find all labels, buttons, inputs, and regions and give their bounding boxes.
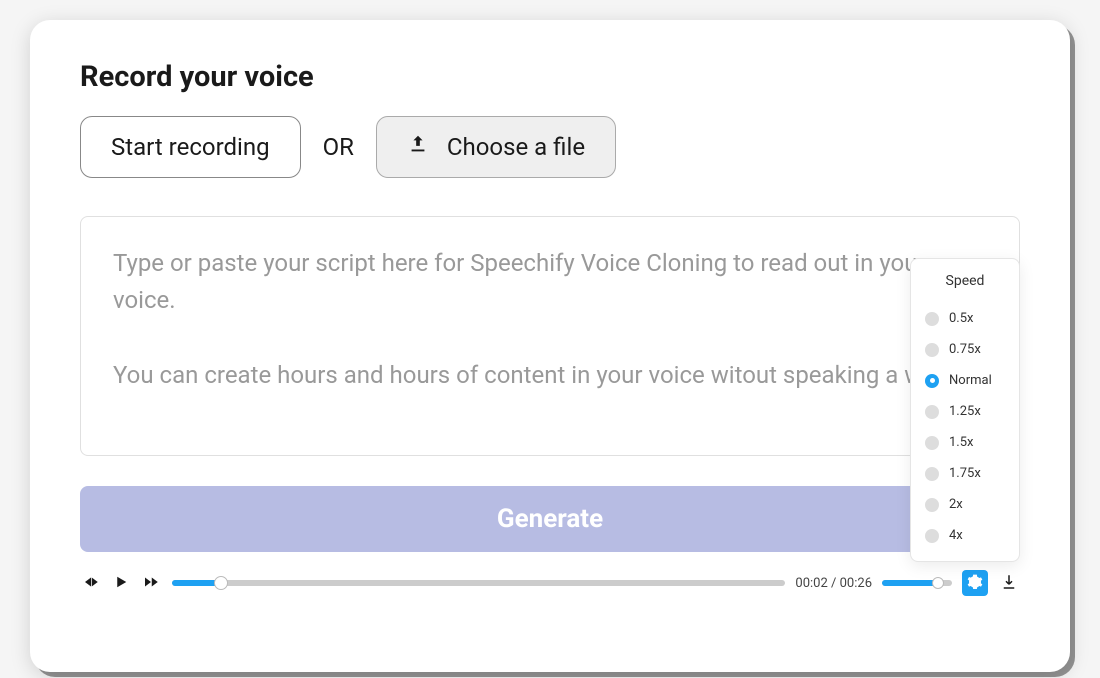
settings-button[interactable] [962, 570, 988, 596]
upload-icon [407, 133, 429, 161]
speed-option[interactable]: Normal [923, 365, 1007, 396]
start-recording-button[interactable]: Start recording [80, 116, 301, 178]
generate-button[interactable]: Generate [80, 486, 1020, 552]
speed-option-label: 1.25x [949, 404, 981, 419]
script-input[interactable]: Type or paste your script here for Speec… [80, 216, 1020, 456]
speed-option-label: 1.75x [949, 466, 981, 481]
volume-thumb[interactable] [932, 577, 944, 589]
speed-option-label: 1.5x [949, 435, 974, 450]
speed-option-label: 0.5x [949, 311, 974, 326]
speed-option-label: 4x [949, 528, 963, 543]
speed-option[interactable]: 1.25x [923, 396, 1007, 427]
progress-slider[interactable] [172, 580, 785, 586]
speed-option-label: Normal [949, 373, 992, 388]
player-controls [80, 571, 162, 596]
download-icon [1000, 579, 1018, 594]
volume-fill [882, 580, 938, 586]
gear-icon [967, 574, 983, 593]
time-separator: / [828, 576, 840, 591]
choose-file-button[interactable]: Choose a file [376, 116, 616, 178]
audio-player: 00:02 / 00:26 [80, 570, 1020, 596]
speed-option-label: 2x [949, 497, 963, 512]
progress-thumb[interactable] [214, 576, 228, 590]
volume-slider[interactable] [882, 580, 952, 586]
total-time: 00:26 [840, 576, 872, 591]
speed-option-label: 0.75x [949, 342, 981, 357]
radio-icon [925, 436, 939, 450]
forward-button[interactable] [140, 571, 162, 596]
play-button[interactable] [110, 571, 132, 596]
choose-file-label: Choose a file [447, 133, 585, 161]
radio-icon [925, 529, 939, 543]
rewind-icon [82, 573, 100, 594]
voice-card: Record your voice Start recording OR Cho… [30, 20, 1070, 672]
speed-menu: Speed 0.5x 0.75x Normal 1.25x 1.5x 1.75x 2x 4x [910, 258, 1020, 562]
speed-option[interactable]: 0.75x [923, 334, 1007, 365]
speed-option[interactable]: 0.5x [923, 303, 1007, 334]
current-time: 00:02 [795, 576, 827, 591]
input-row: Start recording OR Choose a file [80, 116, 1020, 178]
radio-icon [925, 467, 939, 481]
download-button[interactable] [998, 571, 1020, 596]
radio-icon [925, 498, 939, 512]
speed-option[interactable]: 1.5x [923, 427, 1007, 458]
play-icon [112, 573, 130, 594]
radio-icon [925, 405, 939, 419]
speed-option[interactable]: 4x [923, 520, 1007, 551]
or-separator: OR [323, 133, 354, 161]
radio-icon [925, 374, 939, 388]
speed-menu-title: Speed [923, 273, 1007, 289]
speed-option[interactable]: 2x [923, 489, 1007, 520]
rewind-button[interactable] [80, 571, 102, 596]
forward-icon [142, 573, 160, 594]
radio-icon [925, 343, 939, 357]
radio-icon [925, 312, 939, 326]
time-display: 00:02 / 00:26 [795, 576, 872, 591]
speed-option[interactable]: 1.75x [923, 458, 1007, 489]
page-title: Record your voice [80, 60, 1020, 94]
